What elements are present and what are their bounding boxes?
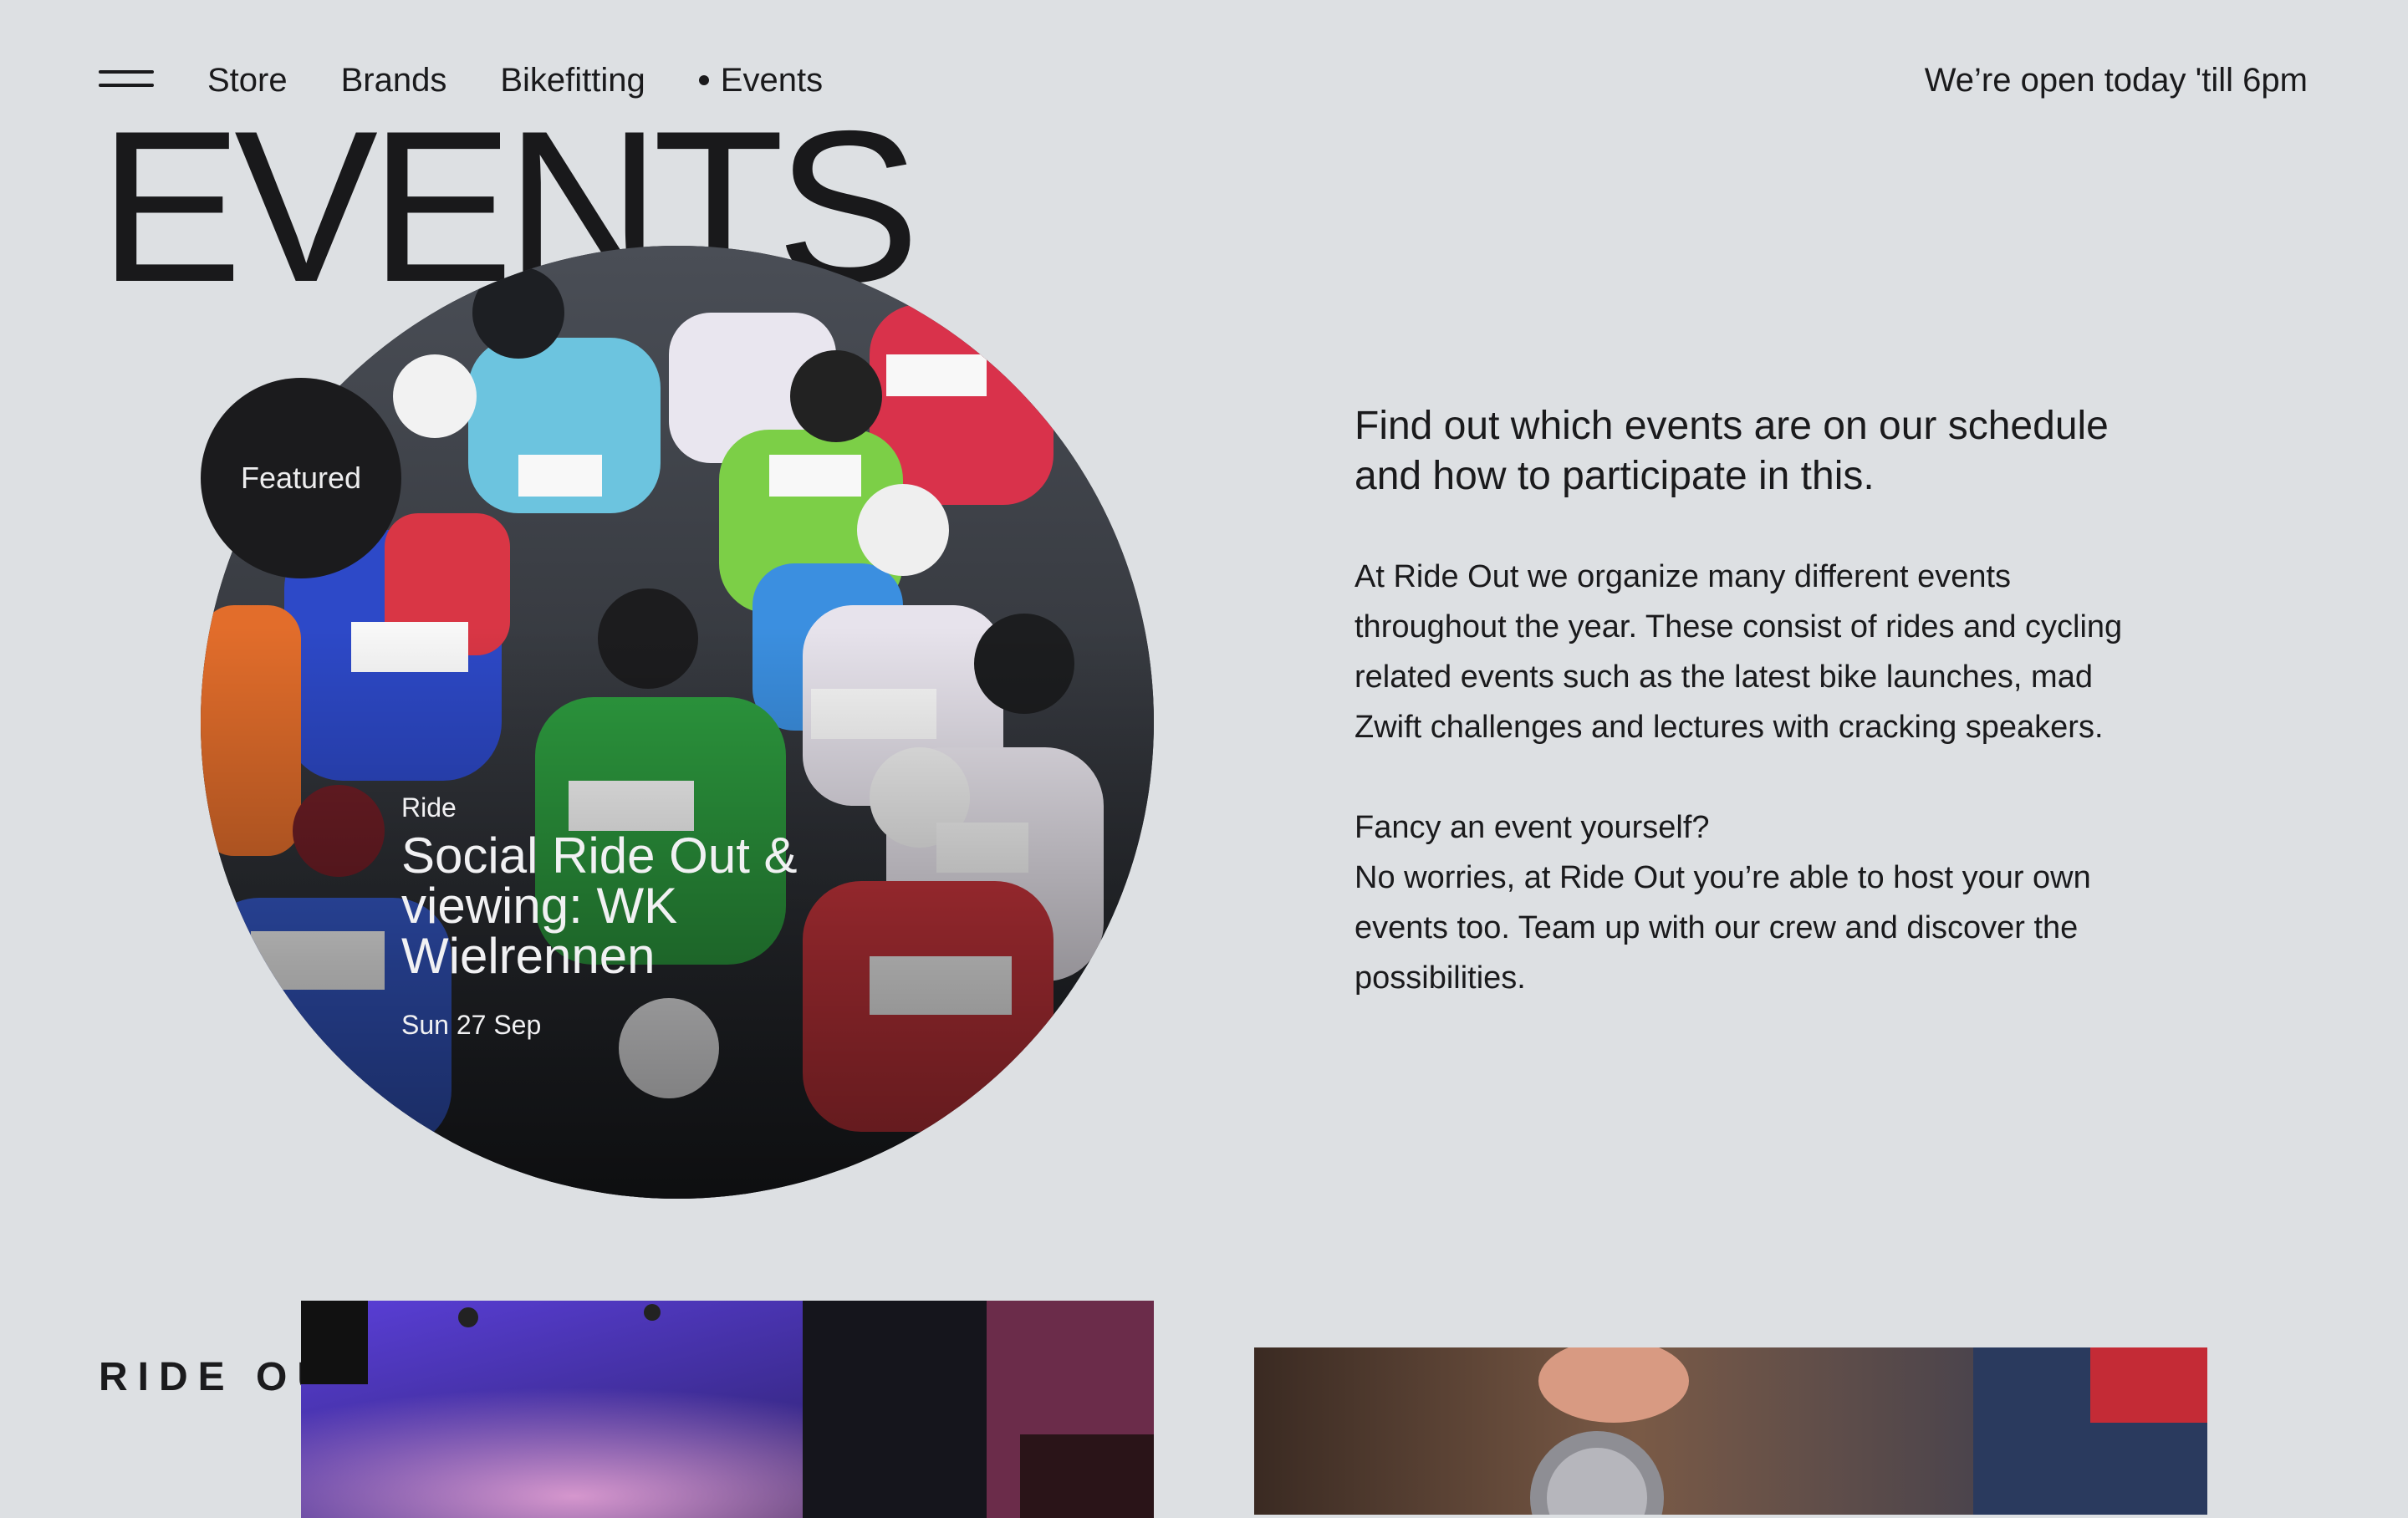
event-date: Sun 27 Sep [401,1010,542,1040]
host-event-heading: Fancy an event yourself? [1354,810,1710,845]
event-photo-coffee [1254,1347,2207,1515]
host-event-body: No worries, at Ride Out you’re able to h… [1354,860,2091,996]
intro-body: At Ride Out we organize many different e… [1354,559,2123,745]
featured-event-info[interactable]: Ride Social Ride Out & viewing: WK Wielr… [401,789,870,1043]
event-photo-stage [301,1301,1154,1518]
event-card-coffee[interactable] [1254,1347,2207,1515]
event-title[interactable]: Social Ride Out & viewing: WK Wielrennen [401,831,870,981]
events-intro: Find out which events are on our schedul… [1354,401,2124,1003]
intro-lead: Find out which events are on our schedul… [1354,404,2109,498]
event-card-concert-hall[interactable] [301,1301,1154,1518]
featured-badge: Featured [201,378,401,578]
menu-line-top [99,70,154,74]
event-category: Ride [401,792,457,823]
active-indicator-dot [698,75,709,85]
opening-hours-status: We’re open today 'till 6pm [1924,62,2308,99]
